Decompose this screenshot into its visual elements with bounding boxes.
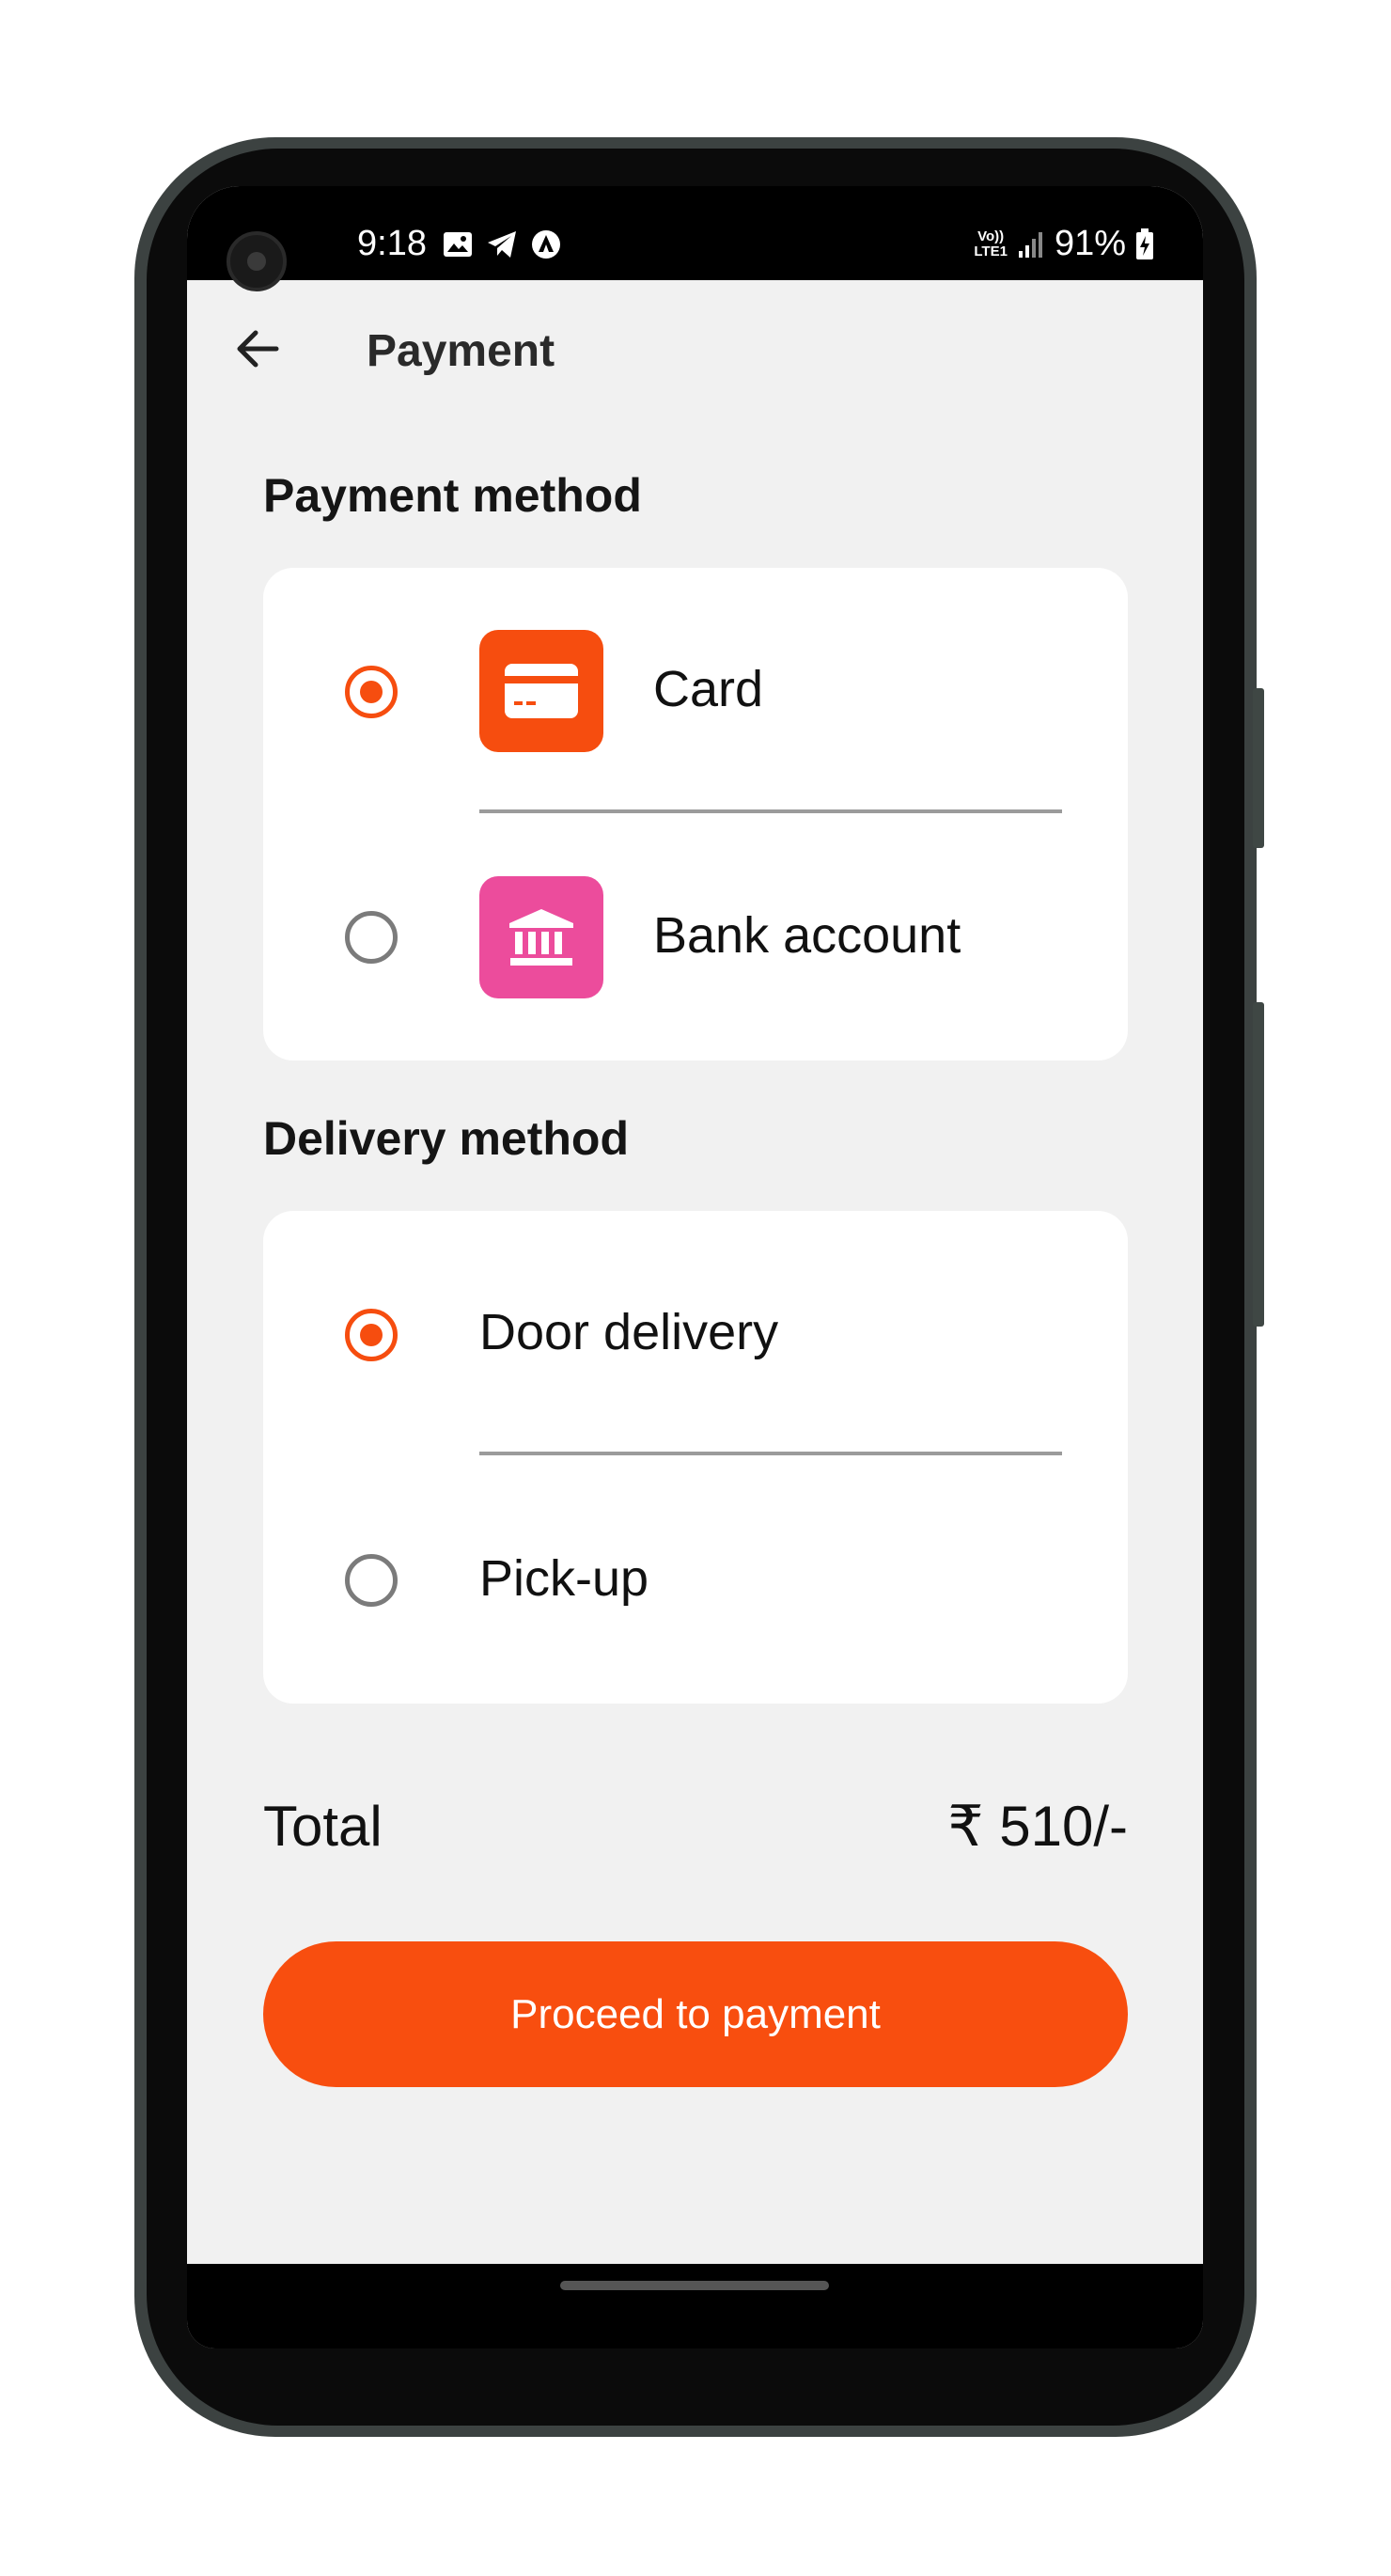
delivery-option-pickup[interactable]: Pick-up [263,1457,1128,1704]
pickup-radio[interactable] [345,1554,398,1607]
power-button [1253,688,1264,848]
status-bar: 9:18 Vo)) LTE1 91% [187,186,1203,291]
app-bar: Payment [187,280,1203,421]
gallery-icon [444,232,472,257]
bank-icon-tile [479,876,603,998]
door-delivery-radio[interactable] [345,1309,398,1361]
pickup-label: Pick-up [479,1550,649,1607]
screen: 9:18 Vo)) LTE1 91% Payment Payment metho… [187,186,1203,2348]
payment-method-title: Payment method [263,469,642,522]
payment-method-card: Card Bank account [263,568,1128,1060]
credit-card-icon [505,664,578,718]
volte-label: Vo)) [977,228,1005,244]
card-label: Card [653,661,764,717]
telegram-icon [488,231,516,258]
navigation-bar [187,2264,1203,2348]
door-delivery-label: Door delivery [479,1304,779,1360]
delivery-option-door[interactable]: Door delivery [263,1211,1128,1457]
delivery-method-card: Door delivery Pick-up [263,1211,1128,1704]
battery-percent: 91% [1054,224,1126,263]
bank-account-label: Bank account [653,907,961,964]
bank-icon [509,909,573,966]
volume-button [1253,1002,1264,1327]
payment-option-card[interactable]: Card [263,568,1128,814]
app-notification-icon [532,230,560,259]
lte-label: LTE1 [974,243,1008,259]
home-indicator[interactable] [560,2281,829,2290]
battery-charging-icon [1136,228,1153,259]
signal-icon [1018,231,1042,258]
total-value: ₹ 510/- [947,1795,1128,1858]
notification-icons [443,229,561,259]
status-time: 9:18 [357,224,427,263]
arrow-left-icon [237,330,279,368]
total-label: Total [263,1795,383,1858]
card-icon-tile [479,630,603,752]
delivery-divider [479,1452,1062,1455]
volte-indicator: Vo)) LTE1 [974,228,1008,259]
bank-radio[interactable] [345,911,398,964]
system-icons: Vo)) LTE1 91% [974,224,1154,264]
page-title: Payment [367,326,555,376]
delivery-method-title: Delivery method [263,1112,630,1165]
proceed-to-payment-button[interactable]: Proceed to payment [263,1941,1128,2087]
payment-divider [479,809,1062,813]
back-button[interactable] [229,321,286,377]
payment-option-bank[interactable]: Bank account [263,814,1128,1060]
card-radio[interactable] [345,666,398,718]
